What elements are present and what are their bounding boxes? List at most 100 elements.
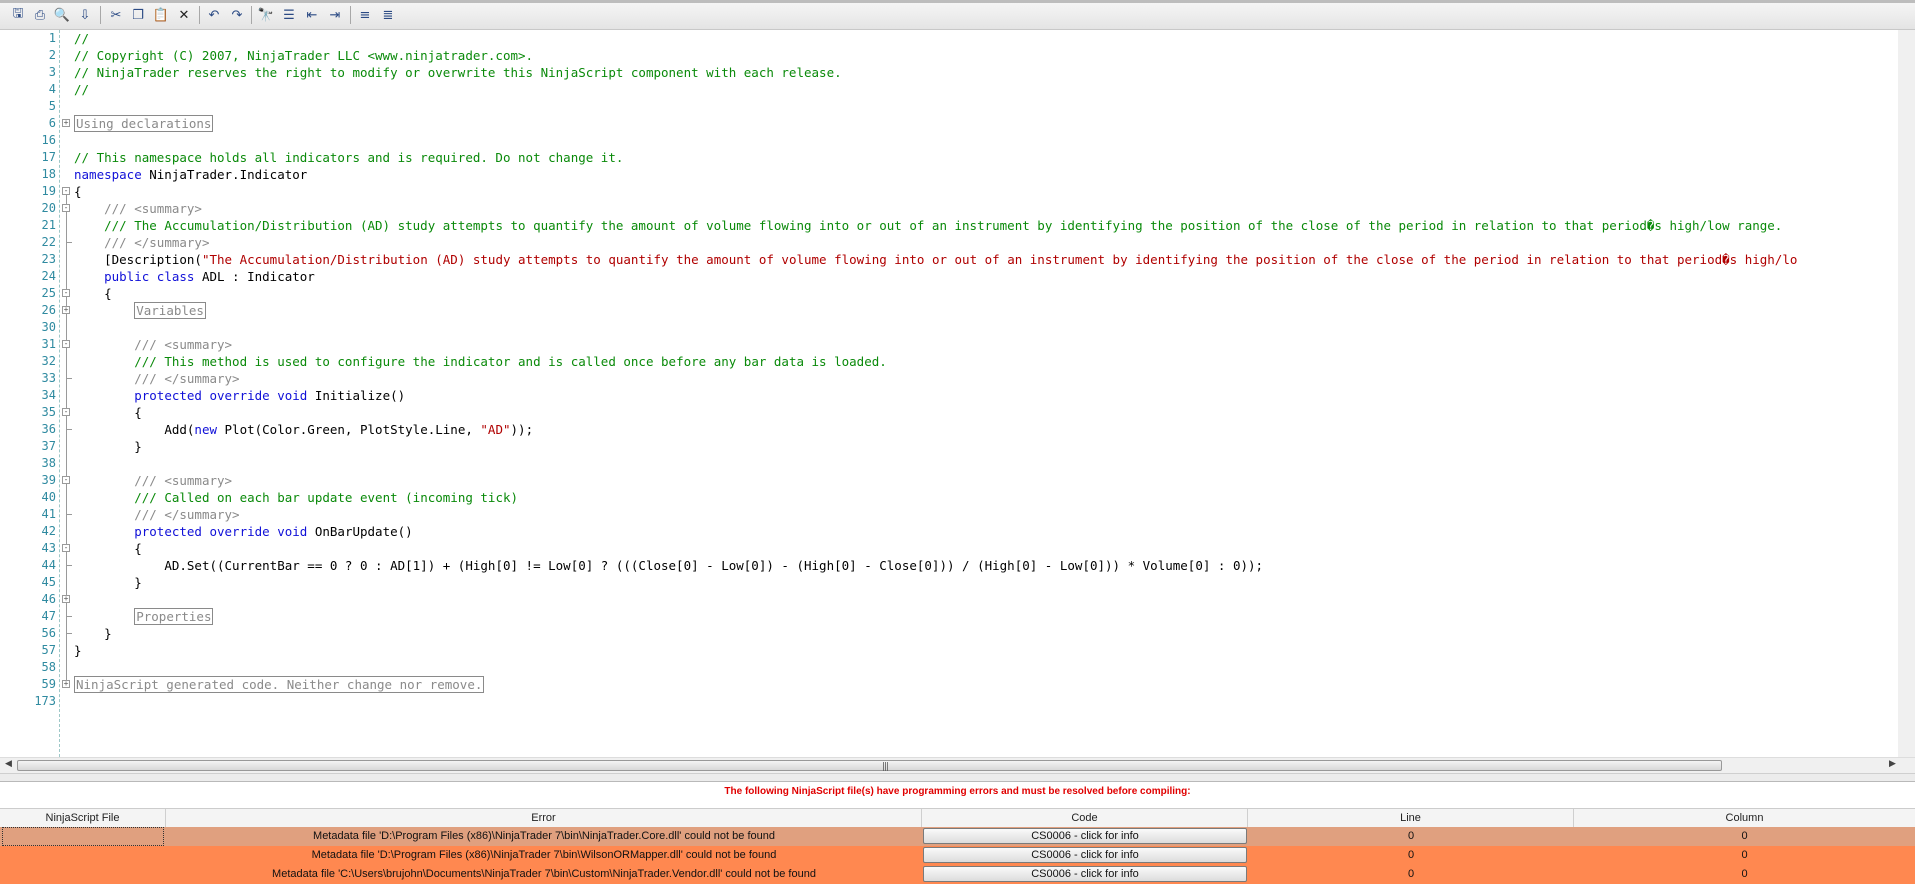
code-line: /// </summary> — [74, 506, 1895, 523]
error-code-button[interactable]: CS0006 - click for info — [923, 847, 1247, 863]
comment: /// This method is used to configure the… — [134, 354, 887, 369]
code-text: } — [74, 643, 82, 658]
keyword: new — [194, 422, 217, 437]
delete-icon[interactable]: ✕ — [174, 5, 194, 25]
table-row[interactable]: Metadata file 'D:\Program Files (x86)\Ni… — [0, 827, 1915, 846]
window-top-border — [0, 0, 1915, 3]
toolbar-separator — [251, 6, 252, 24]
cut-icon[interactable]: ✂ — [106, 5, 126, 25]
line-number: 32 — [41, 354, 56, 368]
code-line: Add(new Plot(Color.Green, PlotStyle.Line… — [74, 421, 1895, 438]
scroll-right-icon[interactable]: ▶ — [1889, 759, 1896, 769]
grip-icon: ||| — [882, 762, 889, 772]
code-editor[interactable]: 1 2 3 4 5 6 16 17 18 19 20 21 22 23 24 2… — [0, 30, 1915, 757]
code-text: { — [104, 286, 112, 301]
vertical-scrollbar[interactable] — [1898, 30, 1915, 757]
collapsed-region-using[interactable]: Using declarations — [74, 115, 214, 132]
column-header-line[interactable]: Line — [1248, 809, 1574, 827]
save-icon[interactable]: 🖫 — [8, 5, 28, 25]
comment: // NinjaTrader reserves the right to mod… — [74, 65, 842, 80]
export-icon[interactable]: ⇩ — [75, 5, 95, 25]
scroll-left-icon[interactable]: ◀ — [5, 759, 12, 769]
fold-collapse-icon[interactable]: - — [62, 289, 70, 297]
line-number: 18 — [41, 167, 56, 181]
line-number: 24 — [41, 269, 56, 283]
fold-collapse-icon[interactable]: - — [62, 544, 70, 552]
fold-collapse-icon[interactable]: - — [62, 476, 70, 484]
fold-expand-icon[interactable]: + — [62, 680, 70, 688]
code-line: // — [74, 81, 1895, 98]
cell-file[interactable] — [2, 827, 164, 846]
line-number: 3 — [48, 65, 56, 79]
code-line: } — [74, 574, 1895, 591]
line-number: 42 — [41, 524, 56, 538]
uncomment-icon[interactable]: ≣ — [378, 5, 398, 25]
collapsed-region-variables[interactable]: Variables — [134, 302, 206, 319]
toolbar-separator — [199, 6, 200, 24]
redo-icon[interactable]: ↷ — [227, 5, 247, 25]
undo-icon[interactable]: ↶ — [204, 5, 224, 25]
line-number: 35 — [41, 405, 56, 419]
error-code-button[interactable]: CS0006 - click for info — [923, 828, 1247, 844]
cell-file[interactable] — [0, 846, 166, 865]
cell-error: Metadata file 'C:\Users\brujohn\Document… — [272, 868, 816, 880]
keyword: public class — [104, 269, 195, 284]
code-line: /// <summary> — [74, 336, 1895, 353]
column-header-error[interactable]: Error — [166, 809, 922, 827]
code-text: [Description( — [104, 252, 202, 267]
code-text: Plot(Color.Green, PlotStyle.Line, — [217, 422, 481, 437]
code-text: ADL : Indicator — [194, 269, 315, 284]
code-text: { — [74, 184, 82, 199]
fold-collapse-icon[interactable]: - — [62, 204, 70, 212]
copy-icon[interactable]: ❐ — [128, 5, 148, 25]
code-line: // NinjaTrader reserves the right to mod… — [74, 64, 1895, 81]
code-text: } — [134, 439, 142, 454]
collapsed-region-properties[interactable]: Properties — [134, 608, 214, 625]
fold-expand-icon[interactable]: + — [62, 306, 70, 314]
cell-column: 0 — [1741, 868, 1748, 880]
line-number: 23 — [41, 252, 56, 266]
code-line: NinjaScript generated code. Neither chan… — [74, 676, 1895, 693]
fold-expand-icon[interactable]: + — [62, 595, 70, 603]
print-preview-icon[interactable]: 🔍 — [52, 5, 72, 25]
indent-icon[interactable]: ⇥ — [325, 5, 345, 25]
outdent-icon[interactable]: ⇤ — [302, 5, 322, 25]
scrollbar-thumb[interactable]: ||| — [17, 760, 1722, 772]
table-row[interactable]: Metadata file 'C:\Users\brujohn\Document… — [0, 865, 1915, 884]
line-number: 30 — [41, 320, 56, 334]
code-line: protected override void OnBarUpdate() — [74, 523, 1895, 540]
line-number: 47 — [41, 609, 56, 623]
line-number: 43 — [41, 541, 56, 555]
cell-file[interactable] — [0, 865, 166, 884]
cell-column: 0 — [1741, 830, 1748, 842]
line-number: 36 — [41, 422, 56, 436]
code-line: { — [74, 404, 1895, 421]
find-next-icon[interactable]: ☰ — [279, 5, 299, 25]
line-number: 20 — [41, 201, 56, 215]
column-header-column[interactable]: Column — [1574, 809, 1915, 827]
code-line: { — [74, 183, 1895, 200]
print-icon[interactable]: ⎙ — [30, 5, 50, 25]
keyword: namespace — [74, 167, 142, 182]
fold-collapse-icon[interactable]: - — [62, 187, 70, 195]
fold-collapse-icon[interactable]: - — [62, 408, 70, 416]
paste-icon[interactable]: 📋 — [151, 5, 171, 25]
line-number: 4 — [48, 82, 56, 96]
collapsed-region-generated[interactable]: NinjaScript generated code. Neither chan… — [74, 676, 485, 693]
keyword: protected override void — [134, 524, 308, 539]
table-row[interactable]: Metadata file 'D:\Program Files (x86)\Ni… — [0, 846, 1915, 865]
line-number: 46 — [41, 592, 56, 606]
code-line: } — [74, 438, 1895, 455]
error-code-button[interactable]: CS0006 - click for info — [923, 866, 1247, 882]
find-icon[interactable]: 🔭 — [256, 5, 276, 25]
horizontal-scrollbar[interactable]: ◀ ||| ▶ — [0, 757, 1915, 774]
line-number: 17 — [41, 150, 56, 164]
keyword: protected override void — [134, 388, 308, 403]
column-header-code[interactable]: Code — [922, 809, 1248, 827]
column-header-file[interactable]: NinjaScript File — [0, 809, 166, 827]
fold-collapse-icon[interactable]: - — [62, 340, 70, 348]
line-number: 2 — [48, 48, 56, 62]
comment: // Copyright (C) 2007, NinjaTrader LLC <… — [74, 48, 534, 63]
comment-icon[interactable]: ≡ — [355, 5, 375, 25]
fold-expand-icon[interactable]: + — [62, 119, 70, 127]
